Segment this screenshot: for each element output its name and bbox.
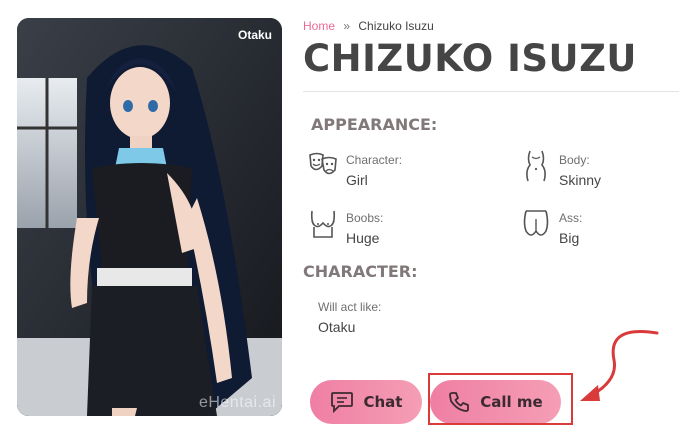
boobs-value: Huge <box>346 230 380 246</box>
otaku-badge: Otaku <box>237 28 272 42</box>
breadcrumb-separator: » <box>343 19 351 33</box>
watermark: eHentai.ai <box>198 394 276 411</box>
portrait-illustration <box>17 18 282 416</box>
appearance-heading: APPEARANCE: <box>311 115 438 134</box>
chat-button-label: Chat <box>363 393 403 411</box>
attr-acts-like: Will act like: Otaku <box>318 300 381 335</box>
attr-boobs: Boobs: Huge <box>308 210 384 246</box>
boobs-label: Boobs: <box>346 211 384 225</box>
breadcrumb-current: Chizuko Isuzu <box>358 19 434 33</box>
call-button-highlight-box <box>428 373 573 425</box>
acts-like-value: Otaku <box>318 319 356 335</box>
breadcrumb-home-link[interactable]: Home <box>303 19 335 33</box>
ass-label: Ass: <box>559 211 583 225</box>
attr-body: Body: Skinny <box>521 150 602 188</box>
character-portrait[interactable]: Otaku eHentai.ai <box>17 18 282 416</box>
character-heading: CHARACTER: <box>303 262 418 281</box>
body-value: Skinny <box>559 172 602 188</box>
ass-icon <box>523 210 549 236</box>
breadcrumb: Home » Chizuko Isuzu <box>303 19 434 33</box>
title-divider <box>303 91 679 92</box>
ass-value: Big <box>559 230 580 246</box>
attr-ass: Ass: Big <box>521 210 583 246</box>
attr-character: Character: Girl <box>308 152 403 188</box>
character-label: Character: <box>346 153 403 167</box>
body-label: Body: <box>559 153 590 167</box>
chat-button[interactable]: Chat <box>310 380 422 424</box>
boobs-icon <box>310 210 336 238</box>
body-icon <box>526 150 546 182</box>
acts-like-label: Will act like: <box>318 300 382 314</box>
red-arrow-annotation <box>580 330 659 401</box>
chat-icon <box>330 392 353 413</box>
page-title: CHIZUKO ISUZU <box>303 37 637 80</box>
character-value: Girl <box>346 172 368 188</box>
masks-icon <box>309 152 337 175</box>
